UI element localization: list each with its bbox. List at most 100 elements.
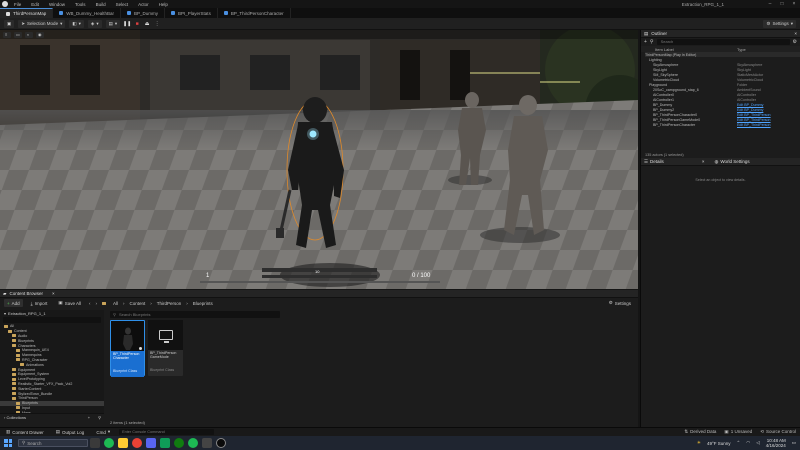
app-icon[interactable]: [202, 438, 212, 448]
clock[interactable]: 10:48 AM 4/16/2024: [766, 438, 786, 448]
eject-icon[interactable]: ⏏: [144, 21, 150, 27]
outliner-row[interactable]: BP_ThirdPersonCharacter Edit BP_ThirdPers…: [645, 122, 800, 127]
blueprint-button[interactable]: ◈ ▾: [87, 19, 102, 28]
windows-start-icon[interactable]: [4, 439, 12, 447]
details-header: ☰ Details × ◍ World Settings: [641, 158, 800, 166]
tab-bp-thirdpersoncharacter[interactable]: BP_ThirdPersonCharacter: [218, 8, 291, 18]
tab-thirdpersonmap[interactable]: ThirdPersonMap: [0, 8, 54, 18]
menu-window[interactable]: Window: [44, 2, 70, 7]
tab-details[interactable]: ☰ Details: [644, 159, 664, 165]
menu-build[interactable]: Build: [91, 2, 111, 7]
windows-taskbar: ⚲ Search ☀ 49°F Sunny ⌃ ◠ ◁ 10:48 AM 4/16…: [0, 436, 800, 450]
derived-data-button[interactable]: ⇅ Derived Data: [684, 429, 716, 435]
source-control-button[interactable]: ⟲ Source Control: [760, 429, 796, 435]
level-viewport[interactable]: ≡ ▭ ◐ ◉ 1 10 0 / 100: [0, 30, 638, 289]
back-icon[interactable]: ‹: [89, 301, 91, 306]
outliner-row-type[interactable]: Edit BP_ThirdPerson: [737, 113, 771, 117]
menu-tools[interactable]: Tools: [70, 2, 91, 7]
tree-search-input[interactable]: [3, 317, 101, 323]
tab-wb-dummy-healthbar[interactable]: WB_Dummy_HealthBar: [53, 8, 122, 18]
asset-search-input[interactable]: ⚲ Search Blueprints: [110, 311, 280, 318]
console-command-input[interactable]: Enter Console Command: [119, 429, 215, 435]
minimize-icon[interactable]: –: [764, 0, 776, 8]
weather-label[interactable]: 49°F Sunny: [707, 441, 731, 446]
cmd-button[interactable]: Cmd ▾: [93, 428, 113, 436]
unreal-engine-icon[interactable]: [216, 438, 226, 448]
import-label: Import: [34, 300, 48, 306]
close-icon[interactable]: ×: [794, 31, 797, 36]
taskbar-search-input[interactable]: ⚲ Search: [18, 439, 88, 447]
drawer-icon: ▥: [6, 429, 11, 434]
spotify-alt-icon[interactable]: [188, 438, 198, 448]
add-button[interactable]: + Add: [4, 299, 23, 307]
asset-tile-bp-thirdpersoncharacter[interactable]: BP_ThirdPerson Character Blueprint Class: [110, 320, 145, 377]
add-collection-icon[interactable]: +: [88, 415, 90, 420]
menu-actor[interactable]: Actor: [133, 2, 154, 7]
save-all-button[interactable]: ▣ Save All: [55, 299, 84, 307]
spotify-icon[interactable]: [104, 438, 114, 448]
maximize-icon[interactable]: □: [776, 0, 788, 8]
menu-file[interactable]: File: [9, 2, 26, 7]
search-icon[interactable]: ⚲: [98, 415, 101, 420]
chevron-up-icon[interactable]: ⌃: [737, 440, 741, 446]
outliner-row-type[interactable]: Edit BP_Dummy: [737, 108, 763, 112]
outliner-row-type: Folder: [737, 82, 748, 87]
settings-icon[interactable]: ⚙: [793, 39, 797, 45]
outliner-row-type[interactable]: Edit BP_ThirdPerson: [737, 123, 771, 127]
task-view-icon[interactable]: [90, 438, 100, 448]
viewport-options-button[interactable]: ≡: [3, 31, 11, 38]
file-explorer-icon[interactable]: [118, 438, 128, 448]
settings-button[interactable]: ⚙ Settings ▾: [763, 19, 796, 28]
add-icon[interactable]: +: [644, 39, 647, 45]
column-type[interactable]: Type: [737, 47, 746, 52]
outliner-row-type[interactable]: Edit BP_ThirdPerson: [737, 118, 771, 122]
filter-icon[interactable]: ⚲: [113, 312, 116, 317]
filter-icon[interactable]: ⚲: [650, 39, 654, 45]
forward-icon[interactable]: ›: [95, 301, 97, 306]
tab-world-settings[interactable]: ◍ World Settings: [714, 159, 749, 165]
notification-icon[interactable]: ▭: [792, 440, 796, 446]
show-button[interactable]: ◉: [36, 31, 44, 38]
sheets-icon[interactable]: [160, 438, 170, 448]
unsaved-button[interactable]: ▣ 1 Unsaved: [724, 429, 752, 435]
wifi-icon[interactable]: ◠: [746, 440, 750, 446]
outliner-row-name: BP_ThirdPersonCharacter: [653, 122, 696, 127]
mode-select-button[interactable]: ➤ Selection Mode ▾: [18, 19, 66, 28]
menu-help[interactable]: Help: [154, 2, 173, 7]
perspective-button[interactable]: ▭: [14, 31, 22, 38]
unreal-logo-icon[interactable]: [0, 0, 9, 8]
breadcrumb-content[interactable]: Content: [129, 301, 145, 306]
breadcrumb-thirdperson[interactable]: ThirdPerson: [157, 301, 182, 306]
pause-icon[interactable]: ❚❚: [123, 21, 131, 27]
output-log-button[interactable]: ▤ Output Log: [53, 428, 88, 436]
close-icon[interactable]: ×: [52, 291, 55, 296]
content-drawer-button[interactable]: ▥ Content Drawer: [3, 428, 47, 436]
asset-tile-bp-thirdpersongamemode[interactable]: BP_ThirdPerson GameMode Blueprint Class: [148, 320, 183, 376]
close-icon[interactable]: ×: [702, 159, 705, 164]
discord-icon[interactable]: [146, 438, 156, 448]
breadcrumb-all[interactable]: All: [113, 301, 118, 306]
xbox-icon[interactable]: [174, 438, 184, 448]
cinematics-button[interactable]: ▤ ▾: [105, 19, 121, 28]
close-icon[interactable]: ×: [788, 0, 800, 8]
tab-bpi-playerstats[interactable]: BPI_PlayerStats: [165, 8, 218, 18]
menu-select[interactable]: Select: [111, 2, 134, 7]
chrome-icon[interactable]: [132, 438, 142, 448]
breadcrumb-blueprints[interactable]: Blueprints: [193, 301, 213, 306]
tab-bp-dummy[interactable]: BP_Dummy: [121, 8, 166, 18]
column-item-label[interactable]: Item Label: [645, 47, 737, 52]
outliner-search-input[interactable]: Search: [656, 39, 790, 45]
import-button[interactable]: ⤓ Import: [28, 299, 51, 307]
collections-section[interactable]: › Collections + ⚲: [0, 413, 104, 420]
stop-icon[interactable]: ■: [134, 21, 140, 27]
volume-icon[interactable]: ◁: [756, 440, 759, 446]
chevron-down-icon: ▾: [114, 20, 118, 26]
outliner-row-type[interactable]: Edit BP_Dummy: [737, 103, 763, 107]
lit-button[interactable]: ◐: [25, 31, 33, 38]
project-root[interactable]: ▾ Extraction_RPG_1_1: [0, 310, 104, 316]
more-icon[interactable]: ⋮: [154, 21, 160, 27]
save-button[interactable]: ▣: [4, 19, 15, 28]
add-actor-button[interactable]: ◧ ▾: [69, 19, 84, 28]
menu-edit[interactable]: Edit: [26, 2, 44, 7]
cb-settings-button[interactable]: ⚙ Settings: [606, 299, 634, 307]
